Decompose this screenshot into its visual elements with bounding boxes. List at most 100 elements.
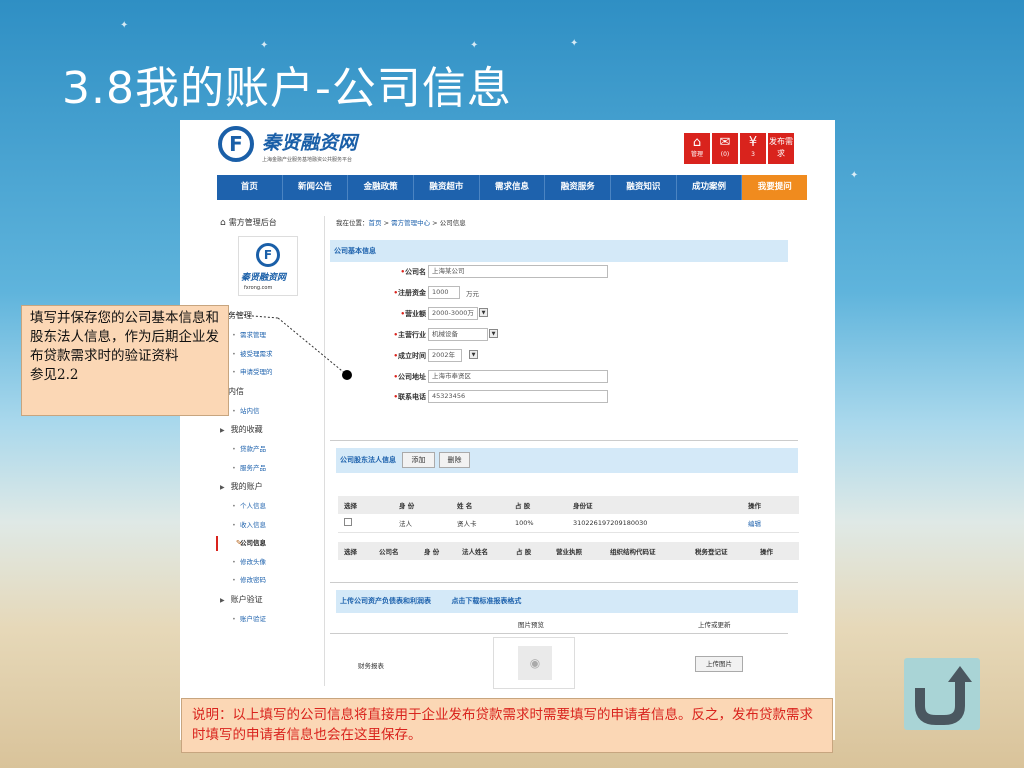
- phone-input[interactable]: 45323456: [428, 390, 608, 403]
- slide-title: 3.8我的账户-公司信息: [62, 63, 512, 114]
- download-template-link[interactable]: 点击下载标准报表格式: [451, 597, 521, 605]
- nav-knowledge[interactable]: 融资知识: [611, 175, 677, 200]
- upload-image-button[interactable]: 上传图片: [695, 656, 743, 672]
- logo-mark: F: [218, 126, 254, 162]
- nav-ask[interactable]: 我要提问: [742, 175, 808, 200]
- logo-name: 秦贤融资网: [262, 132, 358, 154]
- add-shareholder-button[interactable]: 添加: [402, 452, 435, 468]
- mail-icon: ✉: [719, 135, 731, 150]
- person-shareholder-table: 选择 身 份 姓 名 占 股 身份证 操作 法人 贤人卡 100% 310226…: [338, 496, 799, 533]
- breadcrumb-home[interactable]: 首页: [369, 219, 382, 227]
- capital-unit: 万元: [466, 290, 479, 298]
- company-shareholder-table: 选择 公司名 身 份 法人姓名 占 股 营业执照 组织结构代码证 税务登记证 操…: [338, 542, 799, 560]
- logo-mark: F: [256, 243, 280, 267]
- sidebar-item-income-info[interactable]: 收入信息: [220, 516, 320, 535]
- menu-section-account[interactable]: ▶ 我的账户: [220, 477, 320, 497]
- sidebar-item-demand-manage[interactable]: 需求管理: [220, 326, 320, 345]
- nav-cases[interactable]: 成功案例: [677, 175, 743, 200]
- sidebar-item-service-products[interactable]: 服务产品: [220, 459, 320, 478]
- delete-shareholder-button[interactable]: 删除: [439, 452, 470, 468]
- sidebar-item-company-info[interactable]: ✎ 公司信息: [216, 534, 320, 553]
- upload-divider: [330, 633, 788, 634]
- menu-section-messages[interactable]: 站内信: [220, 382, 320, 402]
- company-name-input[interactable]: 上海某公司: [428, 265, 608, 278]
- sidebar-item-account-verify[interactable]: 账户验证: [220, 610, 320, 629]
- mail-button[interactable]: ✉ (0): [712, 133, 738, 164]
- chevron-down-icon[interactable]: ▼: [479, 308, 488, 317]
- sparkle: ✦: [470, 40, 479, 51]
- sparkle: ✦: [850, 170, 859, 181]
- sidebar-item-accepted-demand[interactable]: 被受理需求: [220, 345, 320, 364]
- home-icon: ⌂: [220, 218, 226, 228]
- cell-name: 贤人卡: [451, 514, 509, 533]
- sidebar-item-messages[interactable]: 站内信: [220, 402, 320, 421]
- nav-home[interactable]: 首页: [217, 175, 283, 200]
- pencil-icon: ✎: [236, 539, 242, 547]
- turnover-select[interactable]: 2000-3000万: [428, 307, 478, 320]
- row-checkbox[interactable]: [344, 517, 352, 526]
- logo-url: fxrong.com: [244, 285, 273, 291]
- nav-service[interactable]: 融资服务: [545, 175, 612, 200]
- mail-count: (0): [720, 151, 730, 158]
- industry-row: •主营行业 机械设备 ▼: [330, 328, 780, 342]
- sidebar: ⌂ 需方管理后台 F 秦贤融资网 fxrong.com: [220, 216, 324, 296]
- capital-input[interactable]: 1000: [428, 286, 460, 299]
- return-arrow-icon: [915, 666, 972, 725]
- address-input[interactable]: 上海市奉贤区: [428, 370, 608, 383]
- sidebar-item-loan-products[interactable]: 贷款产品: [220, 440, 320, 459]
- sidebar-item-change-password[interactable]: 修改密码: [220, 571, 320, 590]
- founded-select[interactable]: 2002年: [428, 349, 462, 362]
- sidebar-avatar: F 秦贤融资网 fxrong.com: [238, 236, 298, 296]
- instruction-text: 填写并保存您的公司基本信息和股东法人信息，作为后期企业发布贷款需求时的验证资料: [30, 310, 219, 364]
- yen-icon: ¥: [748, 135, 758, 150]
- manage-button[interactable]: ⌂ 管理: [684, 133, 710, 164]
- cell-identity: 法人: [393, 514, 451, 533]
- turnover-row: •营业额 2000-3000万 ▼: [330, 307, 780, 321]
- breadcrumb-center[interactable]: 需方管理中心: [391, 219, 430, 227]
- nav-demand[interactable]: 需求信息: [480, 175, 546, 200]
- main-nav: 首页 新闻公告 金融政策 融资超市 需求信息 融资服务 融资知识 成功案例 我要…: [217, 175, 808, 200]
- edit-link[interactable]: 编辑: [742, 514, 799, 533]
- company-name-row: •公司名 上海某公司: [330, 265, 780, 279]
- upload-columns: 图片预览 上传或更新: [518, 621, 731, 629]
- yen-count: 3: [751, 151, 755, 158]
- nav-news[interactable]: 新闻公告: [283, 175, 349, 200]
- menu-section-verify[interactable]: ▶ 账户验证: [220, 590, 320, 610]
- top-buttons: ⌂ 管理 ✉ (0) ¥ 3 发布需求: [684, 133, 796, 164]
- sidebar-menu: 业务管理 需求管理 被受理需求 申请受理的 站内信 站内信 ▶我的收藏 贷款产品…: [216, 306, 320, 629]
- logo-name: 秦贤融资网: [241, 273, 287, 283]
- cell-id-card: 310226197209180030: [567, 514, 742, 533]
- table-row: 法人 贤人卡 100% 310226197209180030 编辑: [338, 514, 799, 533]
- sidebar-item-personal-info[interactable]: 个人信息: [220, 497, 320, 516]
- site-logo[interactable]: F 秦贤融资网 上海金融产业服务基地融资公共服务平台: [218, 126, 378, 166]
- industry-select[interactable]: 机械设备: [428, 328, 488, 341]
- website-screenshot: F 秦贤融资网 上海金融产业服务基地融资公共服务平台 ⌂ 管理 ✉ (0) ¥ …: [180, 120, 835, 740]
- manage-label: 管理: [690, 151, 703, 158]
- yen-button[interactable]: ¥ 3: [740, 133, 766, 164]
- sidebar-item-change-avatar[interactable]: 修改头像: [220, 553, 320, 572]
- menu-section-favorites[interactable]: ▶ 我的收藏: [220, 420, 320, 440]
- sidebar-item-applied[interactable]: 申请受理的: [220, 363, 320, 382]
- capital-row: •注册资金 1000 万元: [393, 286, 479, 299]
- section-divider: [330, 440, 798, 441]
- publish-demand-button[interactable]: 发布需求: [768, 133, 794, 164]
- cell-share: 100%: [509, 514, 567, 533]
- section-divider: [330, 582, 798, 583]
- upload-header: 上传公司资产负债表和利润表 点击下载标准报表格式: [336, 590, 798, 613]
- instruction-ref: 参见2.2: [30, 367, 79, 383]
- sparkle: ✦: [120, 20, 129, 31]
- nav-policy[interactable]: 金融政策: [348, 175, 415, 200]
- image-preview: ◉: [493, 637, 575, 689]
- nav-market[interactable]: 融资超市: [414, 175, 480, 200]
- return-button[interactable]: [904, 658, 980, 730]
- chevron-down-icon[interactable]: ▼: [489, 329, 498, 338]
- callout-anchor-dot: [342, 370, 352, 380]
- sparkle: ✦: [570, 38, 579, 49]
- founded-row: •成立时间 2002年 ▼: [330, 349, 780, 363]
- breadcrumb-current: 公司信息: [439, 219, 466, 227]
- home-icon: ⌂: [692, 135, 702, 150]
- chevron-down-icon[interactable]: ▼: [469, 350, 478, 359]
- phone-row: •联系电话 45323456: [330, 390, 780, 404]
- financial-report-label: 财务报表: [358, 662, 384, 670]
- menu-section-business[interactable]: 业务管理: [220, 306, 320, 326]
